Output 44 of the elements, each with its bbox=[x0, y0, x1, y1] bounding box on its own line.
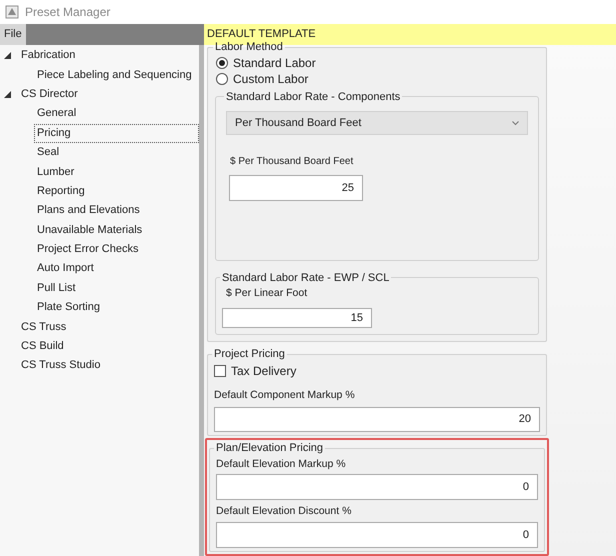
radio-button[interactable] bbox=[216, 73, 228, 85]
tree-item[interactable]: CS Build bbox=[18, 337, 67, 356]
tree-item[interactable]: Plate Sorting bbox=[34, 298, 103, 318]
dropdown[interactable]: Per Thousand Board Feet bbox=[226, 111, 528, 135]
input-field[interactable]: 0 bbox=[216, 522, 538, 548]
tree-item[interactable]: Pricing bbox=[34, 124, 199, 143]
group-title: Standard Labor Rate - EWP / SCL bbox=[221, 270, 390, 286]
expanded-triangle-icon[interactable] bbox=[4, 90, 11, 98]
expanded-triangle-icon[interactable] bbox=[4, 52, 11, 60]
radio-label[interactable]: Custom Labor bbox=[233, 70, 308, 88]
tree-item[interactable]: Pull List bbox=[34, 278, 79, 298]
tree-item[interactable]: CS Director bbox=[18, 84, 81, 104]
tree-item[interactable]: General bbox=[34, 104, 80, 124]
radio-button[interactable] bbox=[216, 57, 228, 69]
field-label: Default Elevation Markup % bbox=[216, 456, 347, 472]
tree-item[interactable]: CS Truss bbox=[18, 318, 70, 337]
window-title: Preset Manager bbox=[25, 4, 110, 21]
field-label: Default Elevation Discount % bbox=[216, 504, 352, 520]
input-field[interactable]: 0 bbox=[216, 474, 538, 500]
tree-item[interactable]: Piece Labeling and Sequencing bbox=[34, 66, 195, 85]
radio-label[interactable]: Standard Labor bbox=[233, 54, 316, 72]
app-icon bbox=[5, 5, 19, 19]
group-title: Standard Labor Rate - Components bbox=[225, 90, 402, 104]
menu-item[interactable]: File bbox=[0, 24, 26, 45]
input-field[interactable]: 15 bbox=[222, 308, 372, 328]
checkbox-label[interactable]: Tax Delivery bbox=[231, 362, 296, 380]
field-label: Default Component Markup % bbox=[214, 388, 356, 404]
group-title: Plan/Elevation Pricing bbox=[215, 441, 324, 456]
group-title: Project Pricing bbox=[213, 346, 286, 362]
tree-item[interactable]: Reporting bbox=[34, 182, 88, 201]
input-field[interactable]: 25 bbox=[229, 175, 363, 201]
tree-item[interactable]: Lumber bbox=[34, 162, 78, 182]
field-label: $ Per Thousand Board Feet bbox=[230, 155, 354, 169]
chevron-down-icon bbox=[512, 120, 519, 126]
tree-item[interactable]: Auto Import bbox=[34, 259, 97, 278]
tree-item[interactable]: CS Truss Studio bbox=[18, 356, 104, 376]
tree-item[interactable]: Fabrication bbox=[18, 46, 78, 66]
input-field[interactable]: 20 bbox=[214, 407, 540, 432]
tree-item[interactable]: Plans and Elevations bbox=[34, 201, 143, 220]
tree-item[interactable]: Seal bbox=[34, 143, 62, 162]
field-label: $ Per Linear Foot bbox=[226, 286, 308, 301]
checkbox[interactable] bbox=[214, 365, 226, 378]
tree-item[interactable]: Project Error Checks bbox=[34, 240, 142, 260]
tree-item[interactable]: Unavailable Materials bbox=[34, 220, 146, 240]
